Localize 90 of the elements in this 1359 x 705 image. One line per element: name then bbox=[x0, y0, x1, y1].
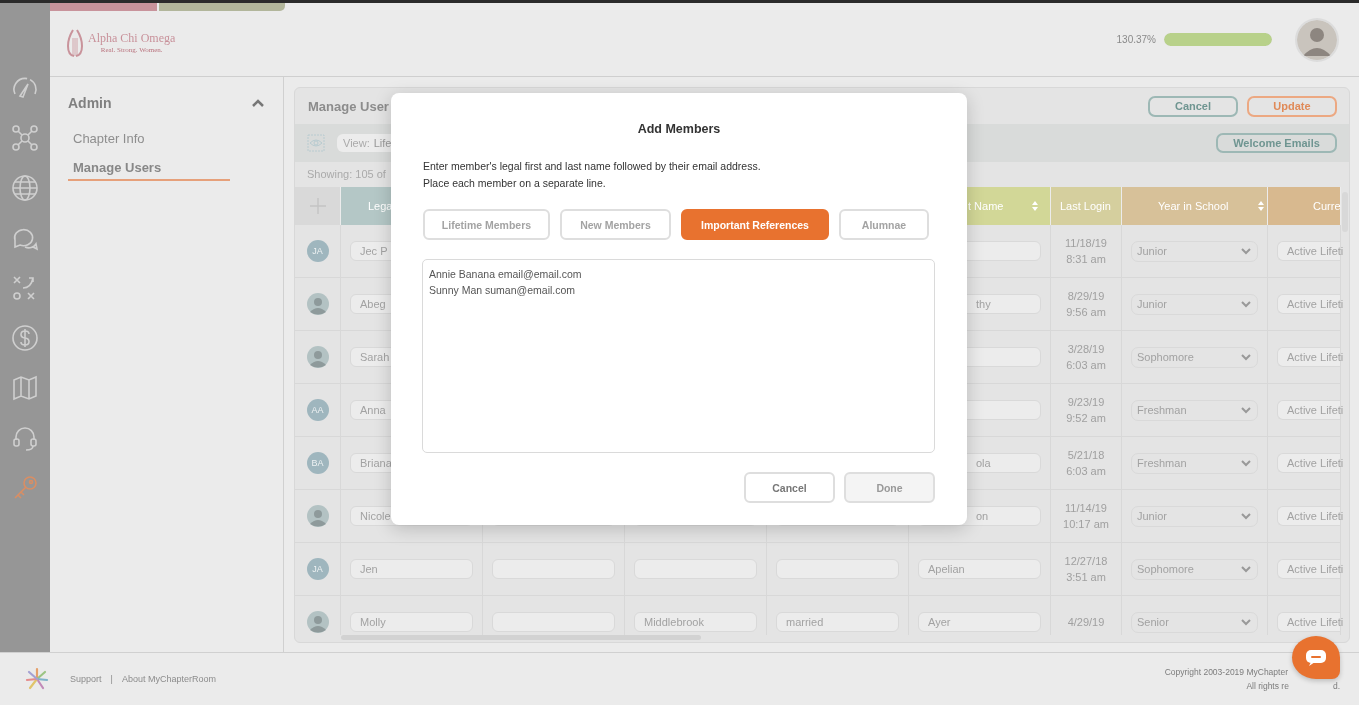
eye-icon[interactable] bbox=[307, 134, 325, 152]
sort-icon[interactable] bbox=[1031, 200, 1040, 212]
view-label: View: bbox=[343, 137, 370, 149]
done-button[interactable]: Done bbox=[844, 472, 935, 503]
person-icon bbox=[1297, 19, 1337, 60]
tab[interactable]: New Members bbox=[560, 209, 671, 240]
text-field[interactable]: Middlebrook bbox=[634, 612, 757, 632]
progress-reading: 130.37% bbox=[1116, 34, 1156, 45]
login-time: 10:17 am bbox=[1063, 517, 1109, 532]
login-date: 9/23/19 bbox=[1067, 395, 1105, 410]
cancel-button[interactable]: Cancel bbox=[1148, 95, 1238, 117]
tab[interactable]: Lifetime Members bbox=[423, 209, 550, 240]
rights-text: d. bbox=[1332, 680, 1340, 693]
login-time: 9:56 am bbox=[1066, 305, 1106, 320]
column-header[interactable]: Year in School bbox=[1122, 187, 1268, 225]
column-header[interactable]: Last Login bbox=[1051, 187, 1122, 225]
copyright-text: Copyright 2003-2019 MyChapter bbox=[1164, 666, 1289, 679]
view-value[interactable]: Life bbox=[373, 137, 392, 149]
column-header[interactable]: Curre bbox=[1268, 187, 1341, 225]
separator: | bbox=[110, 674, 113, 684]
text-area[interactable]: Annie Banana email@email.com Sunny Man suman@email.com bbox=[422, 259, 935, 453]
instruction-text: Place each member on a separate line. bbox=[423, 176, 607, 191]
logo-name: Alpha Chi Omega bbox=[88, 31, 176, 46]
dollar-icon[interactable] bbox=[11, 324, 39, 352]
network-icon[interactable] bbox=[11, 124, 39, 152]
chevron-icon bbox=[1241, 300, 1251, 308]
login-date: 11/14/19 bbox=[1065, 501, 1107, 516]
chevron-icon bbox=[1241, 618, 1251, 626]
text-field[interactable]: Molly bbox=[350, 612, 473, 632]
rights-text: All rights re bbox=[1246, 680, 1289, 693]
avatar-icon bbox=[306, 611, 329, 633]
login-time: 8:31 am bbox=[1066, 252, 1106, 267]
chevron-icon[interactable] bbox=[251, 98, 265, 108]
chevron-icon bbox=[1241, 565, 1251, 573]
login-time: 6:03 am bbox=[1066, 358, 1106, 373]
chat-bubble-icon bbox=[1305, 648, 1327, 667]
lyre-icon bbox=[65, 27, 85, 58]
login-time: 6:03 am bbox=[1066, 464, 1106, 479]
footer-link[interactable]: About MyChapterRoom bbox=[121, 674, 216, 684]
text-field[interactable]: married bbox=[776, 612, 899, 632]
select-field[interactable]: Junior bbox=[1131, 505, 1258, 527]
select-field[interactable]: Freshman bbox=[1131, 399, 1258, 421]
tab[interactable]: Important References bbox=[681, 209, 829, 240]
welcome-emails-button[interactable]: Welcome Emails bbox=[1216, 133, 1337, 153]
chevron-icon bbox=[1241, 512, 1251, 520]
flower-logo-icon bbox=[25, 667, 49, 691]
cancel-button[interactable]: Cancel bbox=[744, 472, 835, 503]
text-field[interactable]: Apelian bbox=[918, 559, 1041, 579]
login-date: 8/29/19 bbox=[1067, 289, 1105, 304]
headset-icon[interactable] bbox=[11, 424, 39, 452]
update-button[interactable]: Update bbox=[1247, 95, 1337, 117]
login-date: 5/21/18 bbox=[1067, 448, 1105, 463]
chevron-icon bbox=[1241, 459, 1251, 467]
select-field[interactable]: Junior bbox=[1131, 240, 1258, 262]
select-field[interactable]: Freshman bbox=[1131, 452, 1258, 474]
avatar-icon bbox=[306, 293, 329, 315]
dialog-title: Add Members bbox=[636, 122, 722, 136]
chevron-icon bbox=[1241, 353, 1251, 361]
login-time: 9:52 am bbox=[1066, 411, 1106, 426]
avatar-initials: BA bbox=[306, 452, 329, 474]
sort-icon[interactable] bbox=[1256, 200, 1265, 212]
sidebar-item[interactable]: Chapter Info bbox=[68, 131, 230, 146]
select-field[interactable]: Sophomore bbox=[1131, 558, 1258, 580]
select-field[interactable]: Senior bbox=[1131, 611, 1258, 633]
avatar-initials: JA bbox=[306, 558, 329, 580]
user-avatar[interactable] bbox=[1295, 17, 1339, 62]
chevron-icon bbox=[1241, 406, 1251, 414]
login-date: 4/29/19 bbox=[1067, 615, 1105, 630]
avatar-icon bbox=[306, 346, 329, 368]
tab[interactable]: Alumnae bbox=[839, 209, 929, 240]
chat-button[interactable] bbox=[1292, 636, 1340, 679]
panel-title: Manage User bbox=[308, 98, 389, 114]
book-icon[interactable] bbox=[11, 374, 39, 402]
login-time: 3:51 am bbox=[1066, 570, 1106, 585]
instruction-text: Enter member's legal first and last name followed by their email address. bbox=[423, 159, 762, 174]
chevron-icon bbox=[1241, 247, 1251, 255]
text-field[interactable]: Ayer bbox=[918, 612, 1041, 632]
footer-link[interactable]: Support bbox=[70, 674, 102, 684]
avatar-icon bbox=[306, 505, 329, 527]
text-field[interactable]: Jen bbox=[350, 559, 473, 579]
login-date: 3/28/19 bbox=[1067, 342, 1105, 357]
avatar-initials: AA bbox=[306, 399, 329, 421]
section-title: Admin bbox=[68, 95, 112, 111]
globe-icon[interactable] bbox=[11, 174, 39, 202]
select-field[interactable]: Sophomore bbox=[1131, 346, 1258, 368]
login-date: 12/27/18 bbox=[1064, 554, 1108, 569]
sidebar-item[interactable]: Manage Users bbox=[68, 160, 230, 181]
avatar-initials: JA bbox=[306, 240, 329, 262]
select-field[interactable]: Junior bbox=[1131, 293, 1258, 315]
login-date: 11/18/19 bbox=[1065, 236, 1107, 251]
